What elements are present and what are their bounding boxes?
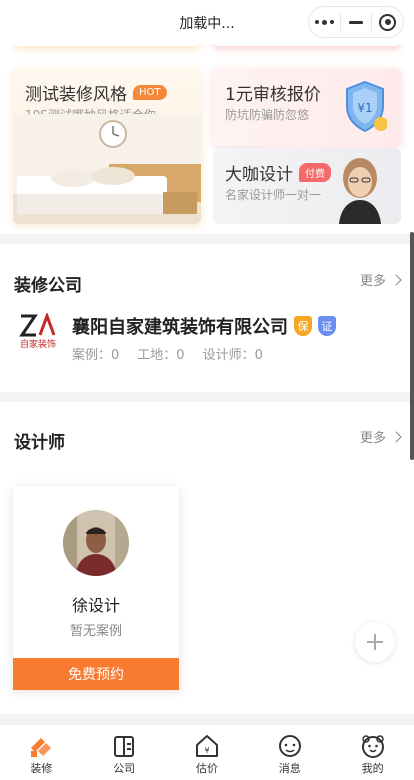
decor-icon <box>31 738 52 757</box>
designer-name: 徐设计 <box>71 596 120 615</box>
designer-more-label: 更多 <box>359 431 386 446</box>
more-dots-icon <box>314 19 334 25</box>
bedroom-illustration <box>13 114 201 224</box>
bottom-tab-bar: 装修 公司 ¥ 估价 消息 我的 <box>0 724 414 780</box>
company-section-title: 装修公司 <box>14 276 82 296</box>
tab-estimate-label: 估价 <box>195 762 218 775</box>
tab-estimate[interactable]: ¥ 估价 <box>166 725 249 780</box>
company-more-label: 更多 <box>359 274 386 289</box>
pro-design-card[interactable]: 大咖设计 付费 名家设计师一对一 <box>213 148 401 224</box>
designer-section-title: 设计师 <box>14 433 65 453</box>
message-icon <box>278 735 301 757</box>
tab-company-label: 公司 <box>113 762 136 775</box>
tab-messages-label: 消息 <box>278 762 301 775</box>
scrollbar[interactable] <box>410 232 414 460</box>
section-divider <box>0 714 414 724</box>
section-divider <box>0 234 414 244</box>
designer-card[interactable]: 徐设计 暂无案例 免费预约 <box>13 486 179 690</box>
close-target-icon <box>379 13 397 31</box>
company-designers: 设计师：0 <box>202 348 263 363</box>
certified-badge: 证 <box>318 316 336 336</box>
guarantee-badge: 保 <box>294 316 312 336</box>
company-sites: 工地：0 <box>137 348 185 363</box>
company-icon <box>114 736 135 757</box>
minimize-icon <box>349 20 363 24</box>
hot-badge: HOT <box>133 85 167 100</box>
pro-design-subtitle: 名家设计师一对一 <box>225 188 322 202</box>
company-more-link[interactable]: 更多 <box>359 270 402 289</box>
company-logo: 自家装饰 <box>18 311 58 351</box>
tab-company[interactable]: 公司 <box>83 725 166 780</box>
designer-avatar <box>63 510 129 576</box>
shield-text: ¥1 <box>357 101 372 115</box>
svg-text:自家装饰: 自家装饰 <box>20 338 56 350</box>
more-menu-button[interactable] <box>309 7 340 37</box>
section-divider <box>0 392 414 402</box>
company-name: 襄阳自家建筑装饰有限公司 <box>72 317 288 338</box>
add-button[interactable] <box>355 622 395 662</box>
tab-profile-label: 我的 <box>361 762 384 775</box>
top-bar: 加载中... <box>0 0 414 44</box>
price-review-subtitle: 防坑防骗防忽悠 <box>225 108 310 122</box>
pro-design-title: 大咖设计 <box>225 165 293 185</box>
tab-messages[interactable]: 消息 <box>248 725 331 780</box>
company-name-row[interactable]: 襄阳自家建筑装饰有限公司 保 证 <box>72 313 336 339</box>
free-booking-button[interactable]: 免费预约 <box>13 658 179 690</box>
plus-icon <box>367 634 383 650</box>
chevron-right-icon <box>390 430 402 443</box>
company-cases: 案例：0 <box>72 348 120 363</box>
close-button[interactable] <box>372 7 403 37</box>
minimize-button[interactable] <box>341 7 372 37</box>
company-stats: 案例：0 工地：0 设计师：0 <box>72 344 263 363</box>
chevron-right-icon <box>390 273 402 286</box>
tab-decor-label: 装修 <box>30 762 53 775</box>
tab-decor[interactable]: 装修 <box>0 725 83 780</box>
svg-text:¥: ¥ <box>204 746 209 755</box>
mini-program-capsule <box>308 6 404 38</box>
tab-profile[interactable]: 我的 <box>331 725 414 780</box>
designer-more-link[interactable]: 更多 <box>359 427 402 446</box>
designer-woman-photo <box>339 158 381 224</box>
price-review-title: 1元审核报价 <box>225 85 321 105</box>
estimate-icon: ¥ <box>195 735 218 757</box>
price-review-card[interactable]: 1元审核报价 防坑防骗防忽悠 ¥1 <box>213 68 401 146</box>
profile-icon <box>361 735 384 758</box>
style-test-card[interactable]: 测试装修风格 HOT 10S测试哪种风格适合你 <box>13 68 201 224</box>
style-test-title: 测试装修风格 <box>25 85 127 105</box>
shield-coin-icon: ¥1 <box>346 80 387 133</box>
designer-cases-status: 暂无案例 <box>69 624 122 639</box>
